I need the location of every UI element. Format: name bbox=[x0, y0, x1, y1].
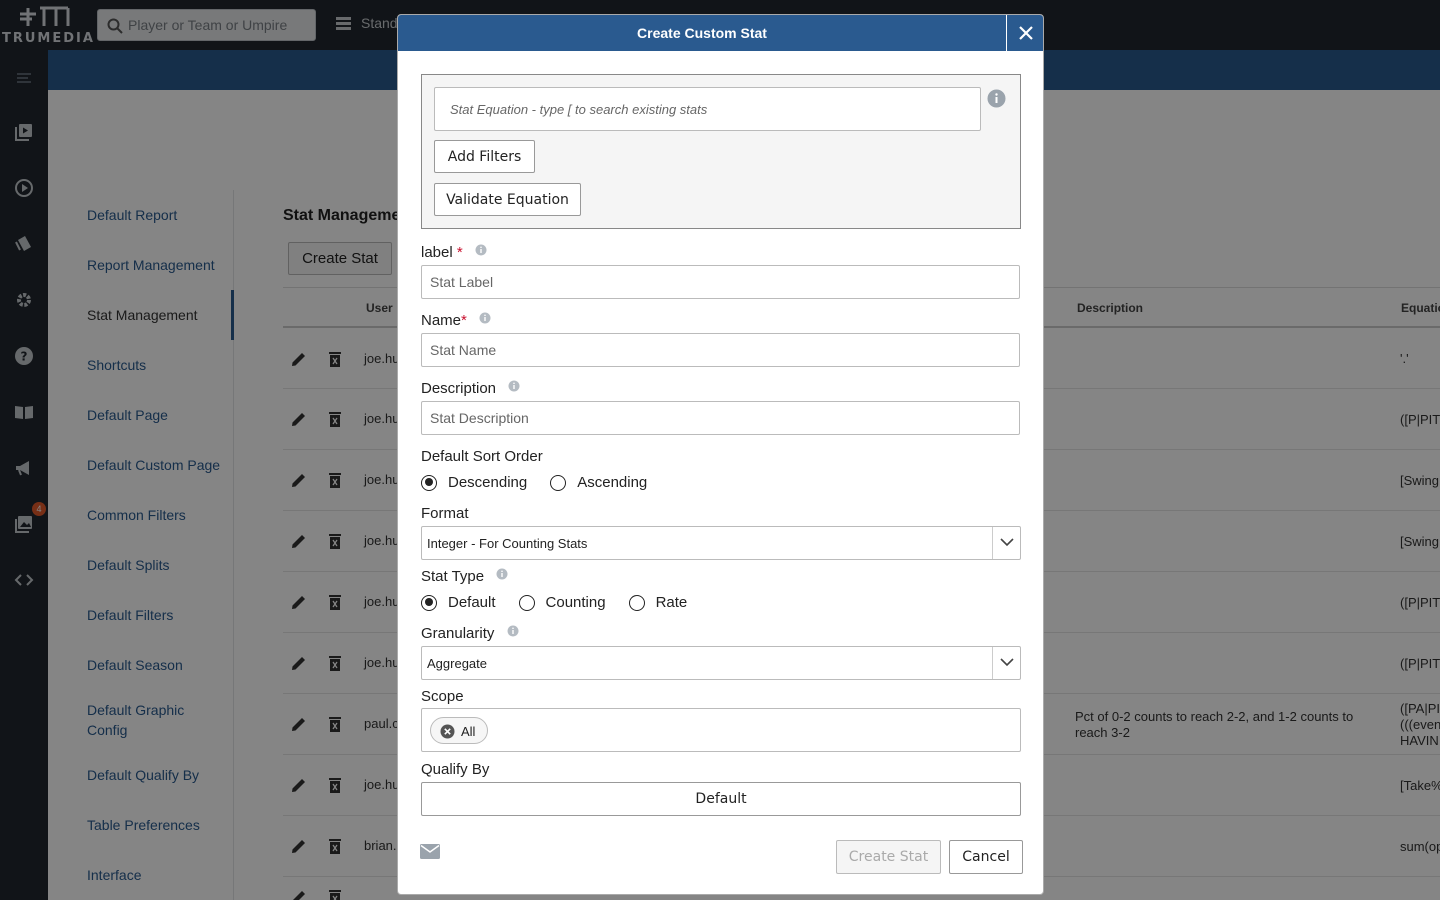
chevron-down-icon bbox=[1000, 538, 1014, 547]
sort-order-label: Default Sort Order bbox=[421, 448, 543, 465]
sort-ascending-option[interactable]: Ascending bbox=[550, 474, 647, 491]
label-label-text: label bbox=[421, 244, 453, 261]
modal-title: Create Custom Stat bbox=[637, 25, 767, 41]
close-icon bbox=[1019, 26, 1033, 40]
stat-type-rate-option[interactable]: Rate bbox=[628, 594, 688, 611]
label-field-label: label * bbox=[421, 244, 487, 261]
description-label-text: Description bbox=[421, 380, 497, 397]
scope-chip-label: All bbox=[461, 724, 476, 739]
radio-default-label: Default bbox=[448, 594, 496, 611]
stat-label-input[interactable] bbox=[421, 265, 1020, 299]
description-info-icon[interactable] bbox=[508, 380, 520, 392]
mail-icon[interactable] bbox=[420, 844, 440, 859]
required-marker: * bbox=[461, 312, 467, 329]
stat-name-input[interactable] bbox=[421, 333, 1020, 367]
radio-ascending-label: Ascending bbox=[577, 474, 648, 491]
granularity-select-toggle[interactable] bbox=[992, 647, 1020, 679]
create-stat-submit-button[interactable]: Create Stat bbox=[836, 840, 941, 874]
validate-equation-button[interactable]: Validate Equation bbox=[434, 183, 581, 216]
equation-info-icon[interactable] bbox=[987, 89, 1006, 108]
granularity-label-text: Granularity bbox=[421, 625, 495, 642]
sort-descending-option[interactable]: Descending bbox=[421, 474, 527, 491]
qualify-by-label: Qualify By bbox=[421, 761, 490, 778]
stat-equation-input[interactable] bbox=[434, 87, 981, 131]
scope-chip-all: All bbox=[430, 717, 488, 744]
radio-rate-label: Rate bbox=[655, 594, 688, 611]
granularity-label: Granularity bbox=[421, 625, 519, 642]
name-label-text: Name bbox=[421, 312, 462, 329]
scope-label: Scope bbox=[421, 688, 464, 705]
radio-descending[interactable] bbox=[421, 474, 437, 491]
required-marker: * bbox=[456, 244, 463, 261]
stat-type-label: Stat Type bbox=[421, 568, 508, 585]
remove-chip-icon[interactable] bbox=[440, 724, 455, 739]
radio-descending-label: Descending bbox=[448, 474, 528, 491]
granularity-info-icon[interactable] bbox=[507, 625, 519, 637]
stat-description-input[interactable] bbox=[421, 401, 1020, 435]
cancel-button[interactable]: Cancel bbox=[949, 840, 1023, 874]
equation-panel: Add Filters Validate Equation bbox=[421, 74, 1021, 229]
stat-type-counting-option[interactable]: Counting bbox=[518, 594, 606, 611]
format-label: Format bbox=[421, 505, 469, 522]
add-filters-button[interactable]: Add Filters bbox=[434, 140, 535, 173]
name-field-label: Name* bbox=[421, 312, 491, 329]
stat-type-radio-group: Default Counting Rate bbox=[421, 594, 710, 611]
radio-rate[interactable] bbox=[628, 594, 645, 611]
radio-counting-label: Counting bbox=[545, 594, 606, 611]
format-select-toggle[interactable] bbox=[992, 527, 1020, 559]
name-info-icon[interactable] bbox=[479, 312, 491, 324]
radio-counting[interactable] bbox=[518, 594, 535, 611]
radio-default[interactable] bbox=[421, 594, 437, 611]
sort-order-radio-group: Descending Ascending bbox=[421, 474, 670, 491]
format-select[interactable]: Integer - For Counting Stats bbox=[421, 526, 1021, 560]
granularity-select-value: Aggregate bbox=[427, 656, 487, 671]
scope-multiselect[interactable]: All bbox=[421, 708, 1021, 752]
qualify-by-button[interactable]: Default bbox=[421, 782, 1021, 816]
label-info-icon[interactable] bbox=[475, 244, 487, 256]
create-custom-stat-modal: Create Custom Stat Add Filters Validate … bbox=[397, 14, 1044, 895]
stat-type-info-icon[interactable] bbox=[496, 568, 508, 580]
format-select-value: Integer - For Counting Stats bbox=[427, 536, 588, 551]
granularity-select[interactable]: Aggregate bbox=[421, 646, 1021, 680]
chevron-down-icon bbox=[1000, 658, 1014, 667]
stat-type-default-option[interactable]: Default bbox=[421, 594, 496, 611]
stat-type-label-text: Stat Type bbox=[421, 568, 485, 585]
radio-ascending[interactable] bbox=[550, 474, 567, 491]
description-field-label: Description bbox=[421, 380, 520, 397]
modal-header: Create Custom Stat bbox=[398, 15, 1043, 51]
modal-close-button[interactable] bbox=[1006, 15, 1043, 51]
